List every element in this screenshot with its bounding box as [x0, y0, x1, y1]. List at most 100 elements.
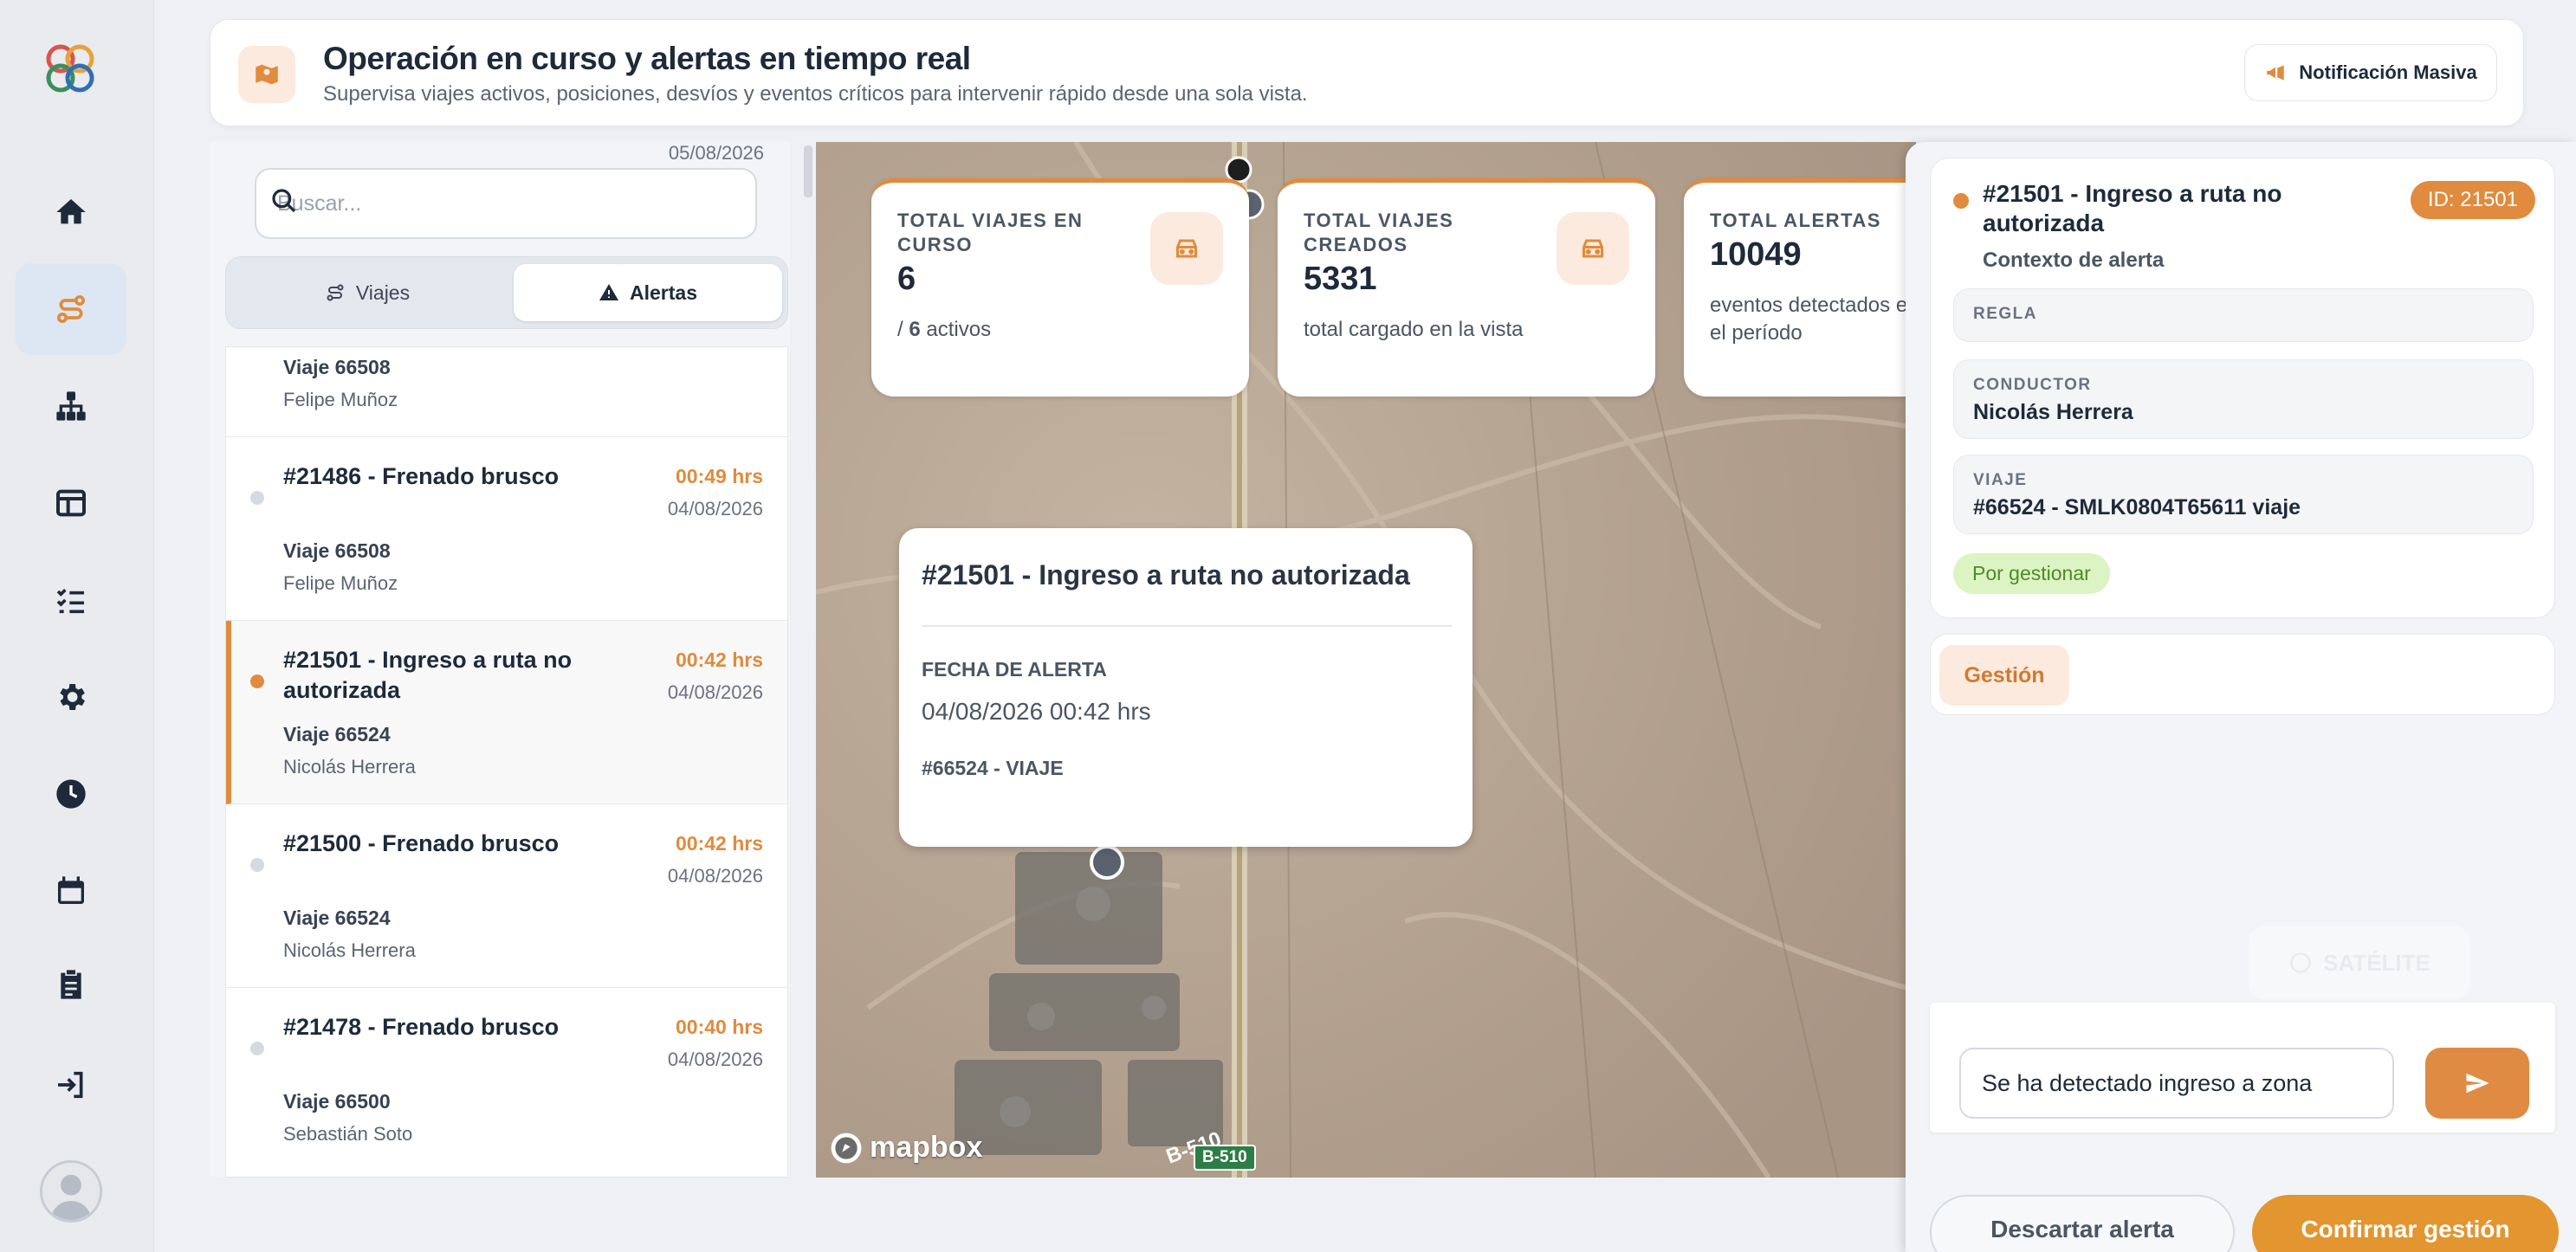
warning-icon: [599, 284, 618, 300]
send-button[interactable]: [2425, 1048, 2529, 1119]
nav-table[interactable]: [16, 457, 126, 549]
logout-icon: [58, 1071, 83, 1099]
trip-label: VIAJE: [1973, 471, 2028, 489]
detail-title: #21501 - Ingreso a ruta no autorizada: [1983, 180, 2282, 236]
popup-title: #21501 - Ingreso a ruta no autorizada: [922, 559, 1410, 591]
alert-title: #21500 - Frenado brusco: [283, 830, 560, 856]
partial-date: 05/08/2026: [668, 142, 764, 164]
table-icon: [56, 489, 86, 517]
alert-dot: [250, 491, 264, 505]
nav-history[interactable]: [16, 748, 126, 840]
alert-dot: [250, 858, 264, 872]
clipboard-icon: [61, 970, 81, 999]
avatar[interactable]: [40, 1160, 102, 1223]
alert-driver: Nicolás Herrera: [283, 939, 416, 961]
nav-settings[interactable]: [16, 651, 126, 743]
alerts-list-panel: 05/08/2026 Viajes Alertas Viaje 66508 Fe…: [210, 142, 790, 1178]
driver-field: CONDUCTOR Nicolás Herrera: [1953, 359, 2534, 439]
stat-note: / 6 activos: [897, 318, 992, 341]
gestion-section: Gestión: [1930, 634, 2555, 715]
confirm-gestion-button[interactable]: Confirmar gestión: [2252, 1195, 2559, 1252]
driver-label: CONDUCTOR: [1973, 376, 2092, 394]
list-tabs: Viajes Alertas: [225, 256, 788, 329]
stat-note: eventos detectados en el período: [1710, 294, 1916, 345]
tab-alertas[interactable]: Alertas: [514, 264, 782, 321]
stat-card-trips-created: TOTAL VIAJES CREADOS 5331 total cargado …: [1278, 178, 1655, 397]
trip-field: VIAJE #66524 - SMLK0804T65611 viaje: [1953, 455, 2534, 534]
list-scrollbar[interactable]: [804, 145, 812, 197]
mass-notification-button[interactable]: Notificación Masiva: [2244, 44, 2497, 101]
popup-divider: [922, 625, 1452, 627]
nav-home[interactable]: [16, 166, 126, 258]
send-icon: [2466, 1073, 2489, 1094]
tab-viajes[interactable]: Viajes: [233, 264, 502, 321]
popup-trip: #66524 - VIAJE: [922, 757, 1064, 779]
alert-dot: [250, 674, 264, 688]
nav-routes[interactable]: [16, 263, 126, 355]
alert-title: #21478 - Frenado brusco: [283, 1014, 560, 1040]
rule-field: REGLA: [1953, 288, 2534, 342]
list-item[interactable]: #21486 - Frenado brusco 00:49 hrs 04/08/…: [226, 437, 787, 621]
list-item[interactable]: Viaje 66508 Felipe Muñoz: [226, 347, 787, 437]
page-title: Operación en curso y alertas en tiempo r…: [323, 41, 971, 76]
checklist-icon: [56, 589, 84, 614]
megaphone-icon: [2267, 65, 2285, 81]
sidebar: [0, 0, 154, 1252]
satellite-toggle[interactable]: SATÉLITE: [2249, 926, 2470, 999]
stat-value: 10049: [1710, 236, 1802, 273]
stat-card-alerts: TOTAL ALERTAS 10049 eventos detectados e…: [1684, 178, 1916, 397]
detail-subtitle: Contexto de alerta: [1983, 248, 2165, 272]
tab-alertas-label: Alertas: [630, 281, 697, 304]
driver-value: Nicolás Herrera: [1973, 400, 2133, 424]
hierarchy-icon: [56, 391, 86, 421]
mapbox-attribution[interactable]: mapbox: [830, 1131, 982, 1165]
nav-calendar[interactable]: [16, 845, 126, 937]
alert-context-card: #21501 - Ingreso a ruta no autorizada ID…: [1930, 158, 2555, 618]
alert-driver: Nicolás Herrera: [283, 756, 416, 778]
trip-value: #66524 - SMLK0804T65611 viaje: [1973, 495, 2301, 520]
popup-date-label: FECHA DE ALERTA: [922, 658, 1107, 681]
alert-time: 00:40 hrs: [675, 1016, 763, 1038]
message-input[interactable]: [1959, 1048, 2394, 1119]
stat-value: 6: [897, 261, 916, 297]
page-header: Operación en curso y alertas en tiempo r…: [210, 19, 2524, 126]
message-composer: [1930, 1003, 2555, 1133]
car-icon: [1150, 212, 1223, 285]
nav-checklist[interactable]: [16, 554, 126, 646]
tab-viajes-label: Viajes: [355, 281, 411, 304]
alert-driver: Felipe Muñoz: [283, 572, 398, 594]
alert-dot: [1953, 193, 1969, 209]
stat-value: 5331: [1304, 261, 1377, 297]
search-icon: [272, 189, 296, 213]
nav-hierarchy[interactable]: [16, 360, 126, 452]
list-item[interactable]: #21500 - Frenado brusco 00:42 hrs 04/08/…: [226, 804, 787, 988]
list-item[interactable]: #21478 - Frenado brusco 00:40 hrs 04/08/…: [226, 988, 787, 1178]
alert-title: #21501 - Ingreso a ruta no autorizada: [283, 647, 573, 703]
alert-trip: Viaje 66508: [283, 356, 391, 378]
nav-logout[interactable]: [16, 1039, 126, 1131]
satellite-map[interactable]: B-510 TOTAL VIAJES EN CURSO 6 / 6 activo…: [816, 142, 1916, 1178]
discard-alert-button[interactable]: Descartar alerta: [1930, 1195, 2235, 1252]
mass-notification-label: Notificación Masiva: [2299, 61, 2477, 83]
list-item-selected[interactable]: #21501 - Ingreso a ruta no autorizada 00…: [226, 621, 787, 804]
alert-dot: [250, 1042, 264, 1055]
app-logo[interactable]: [40, 38, 100, 99]
route-icon: [327, 284, 344, 301]
alert-popup: #21501 - Ingreso a ruta no autorizada FE…: [899, 528, 1472, 847]
nav-reports[interactable]: [16, 939, 126, 1030]
id-badge: ID: 21501: [2410, 181, 2535, 219]
status-badge: Por gestionar: [1953, 553, 2110, 594]
tab-gestion[interactable]: Gestión: [1939, 645, 2069, 706]
alert-title: #21486 - Frenado brusco: [283, 463, 560, 489]
alert-trip: Viaje 66524: [283, 723, 391, 745]
map-pin-icon[interactable]: [1090, 845, 1124, 880]
clock-icon: [56, 779, 86, 809]
alert-trip: Viaje 66508: [283, 539, 391, 562]
alert-detail-panel: #21501 - Ingreso a ruta no autorizada ID…: [1906, 142, 2576, 1252]
stat-label: TOTAL ALERTAS: [1710, 210, 1881, 231]
popup-date: 04/08/2026 00:42 hrs: [922, 698, 1151, 725]
gear-icon: [60, 684, 85, 710]
search-input[interactable]: [255, 168, 757, 239]
route-icon: [57, 295, 85, 323]
map-icon: [238, 46, 295, 103]
